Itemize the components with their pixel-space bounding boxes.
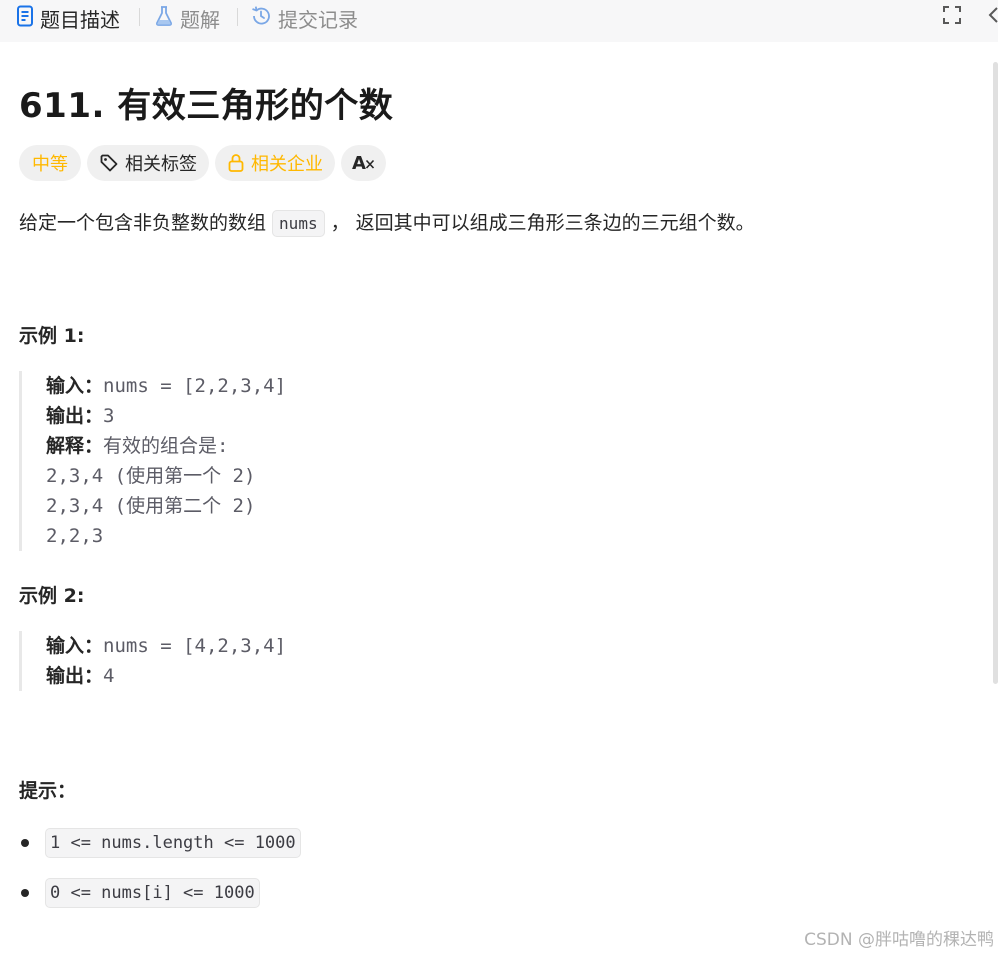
- language-toggle-label: A: [352, 152, 366, 174]
- bullet-dot: [21, 889, 29, 897]
- explanation-line: 2,2,3: [46, 525, 104, 547]
- tag-icon: [99, 153, 119, 173]
- difficulty-badge: 中等: [19, 145, 81, 181]
- input-value: nums = [2,2,3,4]: [103, 375, 287, 397]
- explanation-value: 有效的组合是:: [103, 435, 229, 457]
- output-label: 输出：: [46, 405, 104, 427]
- watermark: CSDN @胖咕噜的稞达鸭: [804, 930, 994, 950]
- problem-tab-bar: 题目描述 题解 提交记录: [0, 0, 998, 42]
- related-tags-label: 相关标签: [125, 154, 197, 175]
- tab-description-label: 题目描述: [40, 7, 120, 32]
- example-1-block: 输入：nums = [2,2,3,4] 输出：3 解释：有效的组合是: 2,3,…: [19, 371, 286, 551]
- collapse-panel-button[interactable]: [980, 4, 998, 30]
- input-value: nums = [4,2,3,4]: [103, 635, 287, 657]
- constraint-code: 0 <= nums[i] <= 1000: [45, 878, 260, 908]
- scrollbar-thumb[interactable]: [993, 62, 998, 684]
- related-companies-label: 相关企业: [251, 154, 323, 175]
- tab-divider: [139, 8, 140, 26]
- list-item: 0 <= nums[i] <= 1000: [19, 876, 301, 910]
- chevron-left-icon: [986, 5, 998, 29]
- document-icon: [16, 5, 34, 32]
- related-tags-button[interactable]: 相关标签: [87, 145, 209, 181]
- output-value: 3: [103, 405, 115, 427]
- example-1-heading: 示例 1:: [19, 325, 85, 347]
- description-text: 给定一个包含非负整数的数组: [19, 212, 273, 234]
- input-label: 输入：: [46, 375, 104, 397]
- flask-icon: [154, 5, 174, 32]
- language-toggle-button[interactable]: A: [341, 145, 386, 181]
- explanation-line: 2,3,4 (使用第二个 2): [46, 495, 256, 517]
- tab-solutions[interactable]: 题解: [154, 0, 220, 36]
- example-2-heading: 示例 2:: [19, 585, 85, 607]
- problem-description: 给定一个包含非负整数的数组 nums ， 返回其中可以组成三角形三条边的三元组个…: [19, 208, 755, 237]
- list-item: 1 <= nums.length <= 1000: [19, 826, 301, 860]
- constraints-list: 1 <= nums.length <= 1000 0 <= nums[i] <=…: [19, 826, 301, 926]
- explanation-label: 解释：: [46, 435, 104, 457]
- problem-tags: 中等 相关标签 相关企业 A: [19, 145, 386, 181]
- description-code: nums: [272, 210, 325, 237]
- tab-description[interactable]: 题目描述: [16, 0, 120, 36]
- fullscreen-button[interactable]: [939, 4, 965, 30]
- lock-icon: [227, 153, 245, 173]
- explanation-line: 2,3,4 (使用第一个 2): [46, 465, 256, 487]
- constraint-code: 1 <= nums.length <= 1000: [45, 828, 301, 858]
- problem-title: 611. 有效三角形的个数: [19, 86, 394, 126]
- input-label: 输入：: [46, 635, 104, 657]
- hints-heading: 提示：: [19, 780, 77, 802]
- tab-submissions[interactable]: 提交记录: [250, 0, 358, 36]
- tab-divider: [237, 8, 238, 26]
- example-2-block: 输入：nums = [4,2,3,4] 输出：4: [19, 631, 286, 691]
- description-text-end: ， 返回其中可以组成三角形三条边的三元组个数。: [324, 212, 755, 234]
- history-icon: [250, 5, 272, 32]
- translate-icon: A: [352, 153, 375, 174]
- bullet-dot: [21, 839, 29, 847]
- output-label: 输出：: [46, 665, 104, 687]
- related-companies-button[interactable]: 相关企业: [215, 145, 335, 181]
- fullscreen-icon: [942, 5, 962, 29]
- tab-solutions-label: 题解: [180, 7, 220, 32]
- output-value: 4: [103, 665, 115, 687]
- tab-submissions-label: 提交记录: [278, 7, 358, 32]
